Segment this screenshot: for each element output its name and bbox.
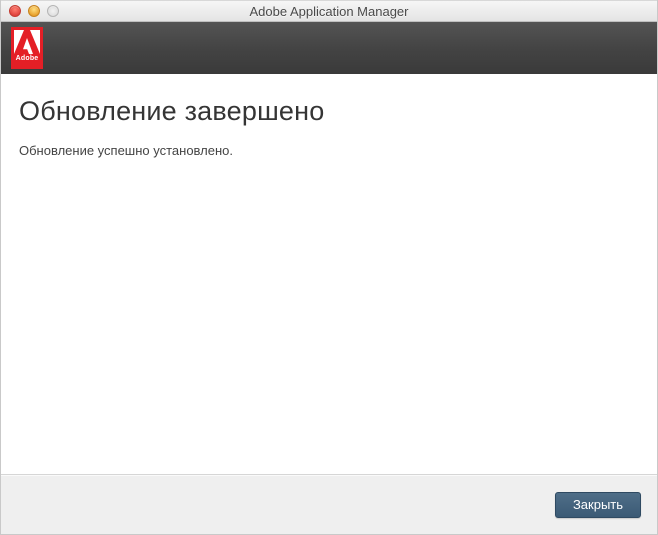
close-button[interactable]: Закрыть	[555, 492, 641, 518]
status-text: Обновление успешно установлено.	[19, 143, 639, 158]
header-strip: Adobe	[1, 22, 657, 74]
app-window: Adobe Application Manager Adobe Обновлен…	[0, 0, 658, 535]
footer: Закрыть	[1, 474, 657, 534]
adobe-a-icon	[14, 30, 40, 54]
titlebar[interactable]: Adobe Application Manager	[1, 0, 657, 22]
content-area: Обновление завершено Обновление успешно …	[1, 74, 657, 474]
adobe-brand-text: Adobe	[16, 55, 39, 62]
window-zoom-button[interactable]	[47, 5, 59, 17]
traffic-lights	[9, 5, 59, 17]
page-title: Обновление завершено	[19, 96, 639, 127]
window-minimize-button[interactable]	[28, 5, 40, 17]
window-close-button[interactable]	[9, 5, 21, 17]
adobe-logo: Adobe	[11, 27, 43, 69]
window-title: Adobe Application Manager	[1, 4, 657, 19]
